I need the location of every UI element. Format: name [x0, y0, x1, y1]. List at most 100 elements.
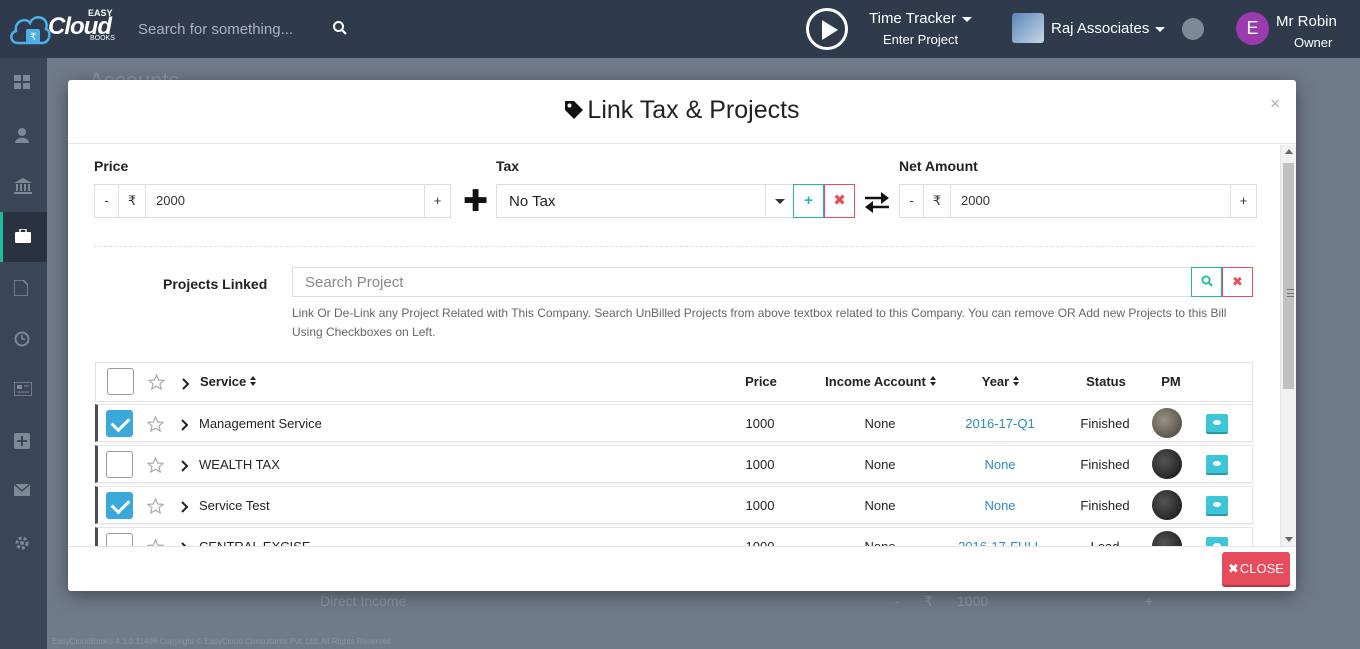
eye-icon[interactable]: [1206, 537, 1228, 546]
user-name[interactable]: Mr Robin: [1276, 13, 1337, 30]
remove-tax-button[interactable]: ✖: [824, 184, 855, 218]
chevron-down-icon[interactable]: [765, 185, 793, 217]
modal-footer: ✖CLOSE: [68, 546, 1296, 591]
sidebar-item-users[interactable]: [0, 110, 47, 160]
row-service: Service Test: [199, 498, 270, 513]
price-input[interactable]: 2000: [146, 185, 425, 217]
row-price: 1000: [735, 528, 785, 546]
modal-scrollbar[interactable]: [1280, 145, 1296, 546]
net-amount-input[interactable]: 2000: [951, 185, 1231, 217]
star-icon[interactable]: [146, 497, 165, 515]
row-service: WEALTH TAX: [199, 457, 280, 472]
price-label: Price: [94, 158, 129, 174]
scroll-up-icon[interactable]: [1285, 149, 1293, 154]
row-checkbox[interactable]: [106, 410, 133, 437]
chevron-right-icon[interactable]: [181, 501, 189, 513]
star-icon[interactable]: [146, 456, 165, 474]
close-icon[interactable]: ×: [1270, 94, 1280, 114]
star-icon[interactable]: [146, 538, 165, 546]
time-tracker-label: Time Tracker: [869, 10, 956, 27]
time-tracker-dropdown[interactable]: Time Tracker: [869, 10, 972, 27]
row-income-account: None: [864, 457, 896, 472]
eye-icon[interactable]: [1206, 455, 1228, 473]
sidebar-item-mail[interactable]: [0, 467, 47, 517]
row-status: Finished: [1080, 416, 1130, 431]
row-status: Finished: [1080, 457, 1130, 472]
chevron-down-icon: [961, 16, 972, 22]
row-status: Finished: [1080, 498, 1130, 513]
sidebar-item-settings[interactable]: [0, 518, 47, 568]
sidebar-item-documents[interactable]: [0, 263, 47, 313]
row-checkbox[interactable]: [106, 451, 133, 478]
projects-help-text: Link Or De-Link any Project Related with…: [292, 306, 1227, 339]
service-header-label: Service: [200, 374, 247, 389]
link-tax-projects-modal: Link Tax & Projects × Price - ₹ 2000 + ✚…: [68, 80, 1296, 591]
row-year-link[interactable]: None: [950, 446, 1050, 484]
sidebar-item-dashboard[interactable]: [0, 58, 47, 108]
bg-amount-minus: -: [895, 593, 900, 609]
footer-copyright: EasyCloudBooks 4.3.0.31496 Copyright © E…: [52, 637, 391, 646]
global-search: [126, 12, 356, 46]
chevron-right-icon[interactable]: [181, 460, 189, 472]
row-year-link[interactable]: 2016-17-FULL: [950, 528, 1050, 546]
service-header[interactable]: Service: [200, 363, 257, 401]
close-icon: ✖: [1228, 561, 1239, 576]
time-tracker-subtitle: Enter Project: [883, 32, 959, 47]
bg-amount-plus: +: [1145, 593, 1154, 609]
sidebar-item-banking[interactable]: [0, 161, 47, 211]
sidebar: [0, 58, 47, 649]
plus-square-icon: [14, 433, 30, 449]
close-button[interactable]: ✖CLOSE: [1222, 552, 1290, 585]
project-clear-button[interactable]: ✖: [1222, 267, 1253, 297]
tag-icon: [565, 101, 584, 119]
row-price: 1000: [745, 498, 775, 513]
scroll-down-icon[interactable]: [1285, 537, 1293, 542]
table-row[interactable]: WEALTH TAX 1000 None None Finished: [95, 445, 1253, 483]
sidebar-item-reports[interactable]: [0, 365, 47, 415]
app-logo[interactable]: ₹ EASY Cloud BOOKS: [8, 5, 123, 51]
net-decrement-button[interactable]: -: [900, 185, 924, 217]
scrollbar-thumb[interactable]: [1283, 163, 1294, 389]
project-search-button[interactable]: [1191, 267, 1222, 297]
user-avatar[interactable]: E: [1236, 12, 1269, 45]
net-increment-button[interactable]: +: [1231, 185, 1256, 217]
sort-icon: [250, 376, 257, 386]
star-icon[interactable]: [146, 415, 165, 433]
income-header[interactable]: Income Account: [821, 363, 941, 401]
table-row[interactable]: CENTRAL EXCISE 1000 None 2016-17-FULL Lead: [95, 527, 1253, 546]
status-header: Status: [1086, 374, 1126, 389]
search-icon[interactable]: [332, 20, 348, 36]
price-decrement-button[interactable]: -: [95, 185, 119, 217]
price-increment-button[interactable]: +: [425, 185, 450, 217]
sidebar-item-time[interactable]: [0, 314, 47, 364]
row-income-account: None: [864, 416, 896, 431]
project-search-input[interactable]: [293, 268, 1191, 296]
tax-selected-value: No Tax: [509, 193, 556, 210]
chevron-right-icon[interactable]: [182, 378, 190, 390]
select-all-checkbox[interactable]: [107, 368, 134, 395]
eye-icon[interactable]: [1206, 496, 1228, 514]
chevron-right-icon[interactable]: [181, 419, 189, 431]
price-currency: ₹: [119, 185, 146, 217]
row-checkbox[interactable]: [106, 533, 133, 546]
sidebar-item-add[interactable]: [0, 416, 47, 466]
row-year-link[interactable]: 2016-17-Q1: [950, 405, 1050, 443]
company-switcher[interactable]: Raj Associates: [1051, 20, 1166, 37]
sidebar-item-projects[interactable]: [0, 212, 47, 262]
year-header[interactable]: Year: [961, 363, 1041, 401]
table-row[interactable]: Service Test 1000 None None Finished: [95, 486, 1253, 524]
modal-title-text: Link Tax & Projects: [587, 96, 800, 124]
table-row[interactable]: Management Service 1000 None 2016-17-Q1 Fini…: [95, 404, 1253, 442]
company-logo: [1012, 13, 1044, 43]
row-checkbox[interactable]: [106, 492, 133, 519]
top-navbar: ₹ EASY Cloud BOOKS Time Tracker Enter Pr…: [0, 0, 1360, 58]
row-year-link[interactable]: None: [950, 487, 1050, 525]
global-search-input[interactable]: [126, 12, 356, 46]
modal-title: Link Tax & Projects: [68, 96, 1296, 125]
globe-icon[interactable]: [1182, 18, 1204, 40]
star-icon[interactable]: [148, 374, 165, 390]
eye-icon[interactable]: [1206, 414, 1228, 432]
tax-select[interactable]: No Tax: [496, 184, 794, 218]
play-timer-button[interactable]: [806, 8, 848, 50]
add-tax-button[interactable]: +: [793, 184, 824, 218]
